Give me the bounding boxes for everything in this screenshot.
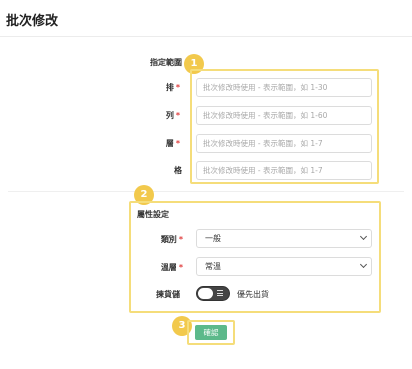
menu-lines-icon	[217, 290, 223, 297]
lie-range-input[interactable]	[196, 106, 372, 125]
category-label: 類別 *	[160, 235, 183, 244]
row-label-ge: 格	[174, 166, 182, 175]
pai-range-input[interactable]	[196, 78, 372, 97]
chevron-down-icon	[359, 260, 368, 269]
row-label-ceng: 層 *	[165, 139, 180, 148]
chevron-down-icon	[359, 232, 368, 241]
priority-toggle[interactable]	[196, 286, 230, 301]
row-label-lie: 列 *	[165, 111, 180, 120]
temperature-select-value: 常溫	[205, 262, 221, 271]
temperature-select[interactable]: 常溫	[196, 257, 372, 276]
priority-toggle-text: 優先出貨	[237, 290, 269, 299]
temperature-label: 溫層 *	[160, 263, 183, 272]
page-title: 批次修改	[6, 14, 59, 29]
pick-storage-label: 揀貨儲	[156, 290, 180, 299]
ceng-range-input[interactable]	[196, 134, 372, 153]
attr-section-label: 屬性設定	[137, 210, 169, 219]
category-select-value: 一般	[205, 234, 221, 243]
category-select[interactable]: 一般	[196, 229, 372, 248]
title-divider	[0, 36, 412, 37]
confirm-button[interactable]: 確認	[195, 325, 227, 340]
range-section-label: 指定範圍	[150, 58, 182, 67]
section-divider	[8, 191, 404, 192]
toggle-knob	[198, 288, 213, 299]
ge-range-input[interactable]	[196, 161, 372, 180]
row-label-pai: 排 *	[165, 83, 180, 92]
